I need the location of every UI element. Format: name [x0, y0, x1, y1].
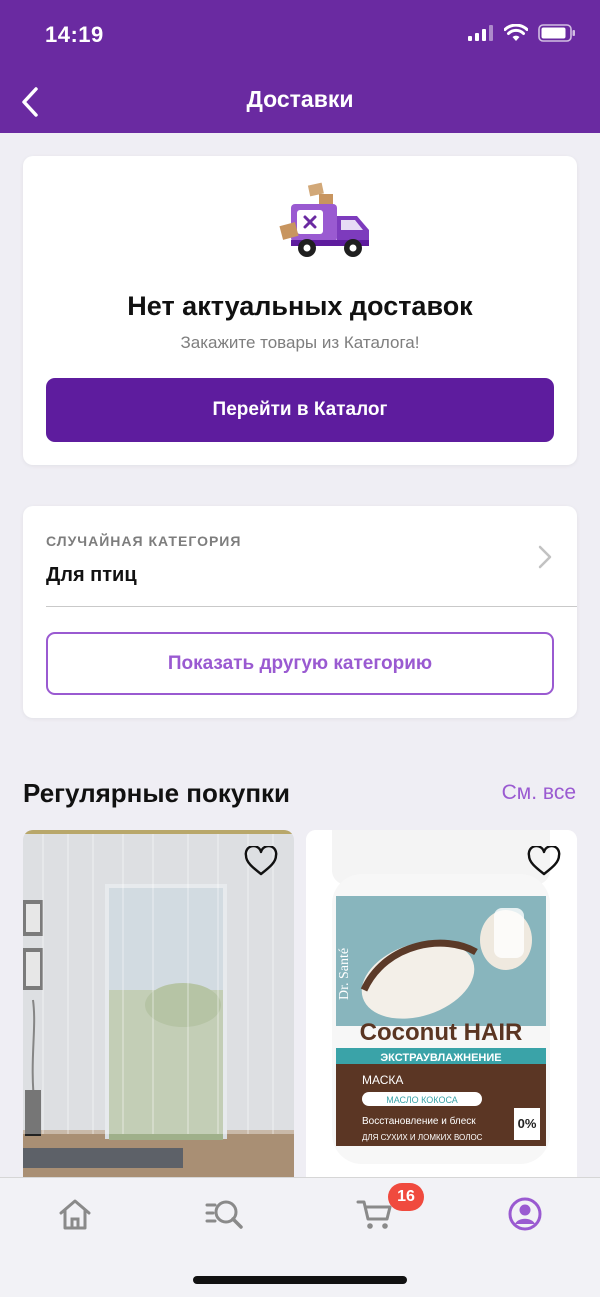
status-time: 14:19 [45, 22, 104, 47]
wifi-icon [504, 24, 528, 41]
hair-mask-benefit: Восстановление и блеск [362, 1115, 476, 1127]
random-category-card: СЛУЧАЙНАЯ КАТЕГОРИЯ Для птиц Показать др… [23, 506, 577, 718]
hair-mask-percent: 0% [518, 1116, 537, 1131]
random-category-value[interactable]: Для птиц [46, 564, 137, 587]
chevron-right-icon[interactable] [537, 544, 553, 570]
hair-mask-ingredient: МАСЛО КОКОСА [386, 1095, 458, 1105]
section-title-regular-purchases: Регулярные покупки [23, 778, 291, 808]
empty-subtitle: Закажите товары из Каталога! [180, 333, 420, 352]
empty-title: Нет актуальных доставок [127, 291, 473, 321]
show-other-category-button[interactable]: Показать другую категорию [46, 632, 554, 695]
hair-mask-type: МАСКА [362, 1073, 403, 1087]
tab-catalog-search[interactable] [203, 1194, 247, 1234]
empty-deliveries-card: Нет актуальных доставок Закажите товары … [23, 156, 577, 465]
tab-home[interactable] [53, 1194, 97, 1234]
battery-icon [538, 24, 575, 42]
top-bar: 14:19 Доставки [0, 0, 600, 133]
product-card-hair-mask[interactable]: Coconut HAIR Dr. Santé ЭКСТРАУВЛАЖНЕНИЕ … [306, 830, 577, 1180]
profile-icon [508, 1197, 542, 1231]
curtain-photo [23, 830, 294, 1180]
home-icon [59, 1199, 91, 1230]
hair-mask-jar-photo: Coconut HAIR Dr. Santé ЭКСТРАУВЛАЖНЕНИЕ … [306, 830, 577, 1180]
hair-mask-line: ЭКСТРАУВЛАЖНЕНИЕ [380, 1052, 501, 1064]
status-icons [468, 24, 576, 42]
cart-count-badge: 16 [388, 1183, 424, 1211]
delivery-truck-icon [279, 182, 369, 257]
hair-mask-name: Coconut HAIR [360, 1019, 523, 1046]
favorite-heart-icon[interactable] [244, 846, 278, 876]
search-catalog-icon [205, 1200, 243, 1229]
random-category-label: СЛУЧАЙНАЯ КАТЕГОРИЯ [46, 533, 242, 549]
see-all-link[interactable]: См. все [502, 781, 576, 805]
page-title: Доставки [246, 86, 354, 112]
hair-mask-hair-type: ДЛЯ СУХИХ И ЛОМКИХ ВОЛОС [362, 1133, 483, 1142]
divider [46, 606, 577, 607]
home-indicator [193, 1276, 407, 1284]
product-card-curtain[interactable] [23, 830, 294, 1180]
go-to-catalog-button[interactable]: Перейти в Каталог [46, 378, 554, 442]
hair-mask-brand: Dr. Santé [337, 948, 352, 1000]
favorite-heart-icon[interactable] [527, 846, 561, 876]
cellular-signal-icon [468, 25, 493, 41]
tab-profile[interactable] [503, 1194, 547, 1234]
